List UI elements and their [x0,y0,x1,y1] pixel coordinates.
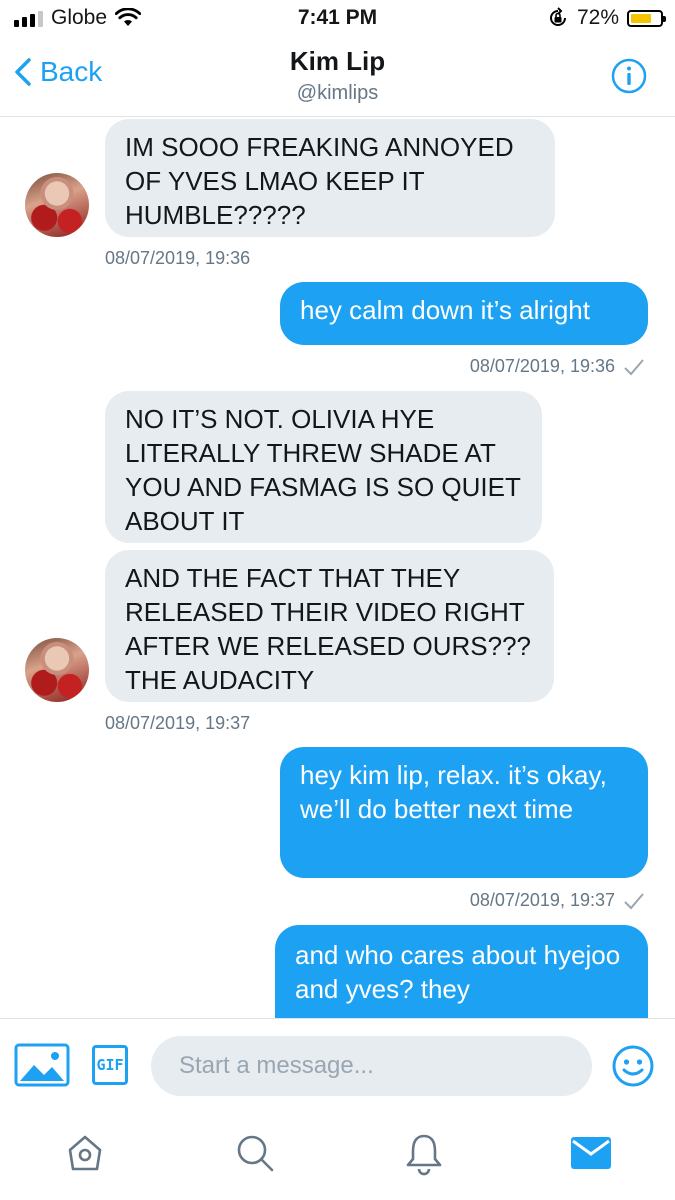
avatar[interactable] [25,173,89,237]
message-timestamp: 08/07/2019, 19:36 [105,248,251,268]
conversation-title: Kim Lip [289,46,386,76]
gif-icon[interactable]: GIF [92,1045,128,1085]
messages-icon[interactable] [570,1136,612,1170]
battery-icon [627,9,666,27]
checkmark-icon [624,358,644,375]
notifications-icon[interactable] [404,1132,444,1176]
image-icon[interactable] [14,1043,70,1087]
message-timestamp: 08/07/2019, 19:36 [469,356,615,376]
gif-label: GIF [96,1056,124,1074]
conversation-header: Back Kim Lip @kimlips [0,38,675,117]
conversation-handle: @kimlips [296,82,379,104]
battery-percent: 72% [576,6,619,29]
message-timestamp-row: 08/07/2019, 19:36 [470,356,645,377]
checkmark-icon [624,892,644,909]
emoji-icon[interactable] [611,1044,655,1088]
message-composer: GIF [0,1018,675,1111]
status-bar-right: 72% [547,6,666,30]
message-bubble-incoming[interactable]: NO IT’S NOT. OLIVIA HYE LITERALLY THREW … [105,391,542,543]
info-icon[interactable] [611,58,647,94]
search-icon[interactable] [235,1133,275,1173]
message-bubble-outgoing[interactable]: hey calm down it’s alright [280,282,648,345]
message-timestamp: 08/07/2019, 19:37 [469,890,615,910]
status-bar: Globe 7:41 PM 72% [0,0,675,38]
message-bubble-incoming[interactable]: AND THE FACT THAT THEY RELEASED THEIR VI… [105,550,554,702]
message-input[interactable] [151,1036,592,1096]
orientation-lock-icon [549,7,566,26]
message-timestamp: 08/07/2019, 19:37 [105,713,251,733]
message-bubble-outgoing[interactable]: hey kim lip, relax. it’s okay, we’ll do … [280,747,648,878]
home-icon[interactable] [65,1133,105,1173]
tab-bar [0,1110,675,1200]
message-timestamp-row: 08/07/2019, 19:37 [470,890,645,911]
message-bubble-incoming[interactable]: IM SOOO FREAKING ANNOYED OF YVES LMAO KE… [105,119,555,237]
avatar[interactable] [25,638,89,702]
